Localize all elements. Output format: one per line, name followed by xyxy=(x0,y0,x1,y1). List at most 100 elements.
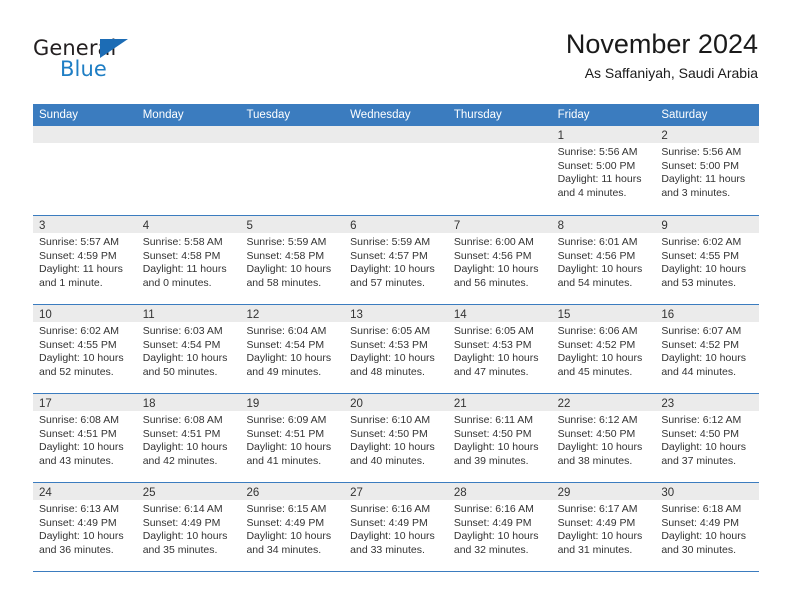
page-subtitle: As Saffaniyah, Saudi Arabia xyxy=(584,65,758,81)
calendar-day-cell[interactable]: 4 Sunrise: 5:58 AM Sunset: 4:58 PM Daylight… xyxy=(136,216,241,304)
day-number: 16 xyxy=(661,309,675,321)
calendar-day-cell[interactable]: 11 Sunrise: 6:03 AM Sunset: 4:54 PM Dayligh… xyxy=(136,305,241,393)
daylight-duration-line2: and 35 minutes. xyxy=(142,543,218,556)
sunset-time: Sunset: 4:50 PM xyxy=(557,427,636,440)
calendar-day-cell[interactable]: 17 Sunrise: 6:08 AM Sunset: 4:51 PM Dayligh… xyxy=(33,394,137,482)
calendar-day-cell[interactable]: 5 Sunrise: 5:59 AM Sunset: 4:58 PM Daylight… xyxy=(240,216,345,304)
daylight-duration-line1: Daylight: 10 hours xyxy=(246,530,332,543)
sunset-time: Sunset: 4:49 PM xyxy=(350,516,428,529)
day-number-band: 18 xyxy=(136,394,241,411)
calendar-day-cell[interactable]: 2 Sunrise: 5:56 AM Sunset: 5:00 PM Daylight… xyxy=(655,126,760,215)
calendar-day-cell[interactable]: 3 Sunrise: 5:57 AM Sunset: 4:59 PM Daylight… xyxy=(33,216,137,304)
day-sun-info: Sunrise: 6:16 AM Sunset: 4:49 PM Daylight:… xyxy=(344,500,448,557)
day-sun-info: Sunrise: 6:13 AM Sunset: 4:49 PM Daylight:… xyxy=(33,500,137,557)
calendar-day-cell[interactable]: 8 Sunrise: 6:01 AM Sunset: 4:56 PM Daylight… xyxy=(551,216,656,304)
calendar-day-cell[interactable]: 30 Sunrise: 6:18 AM Sunset: 4:49 PM Dayligh… xyxy=(655,483,760,571)
calendar-week-row: 24 Sunrise: 6:13 AM Sunset: 4:49 PM Dayligh… xyxy=(33,482,760,571)
day-number: 30 xyxy=(661,487,675,499)
calendar-day-cell[interactable]: 7 Sunrise: 6:00 AM Sunset: 4:56 PM Daylight… xyxy=(447,216,552,304)
calendar-week-row: 3 Sunrise: 5:57 AM Sunset: 4:59 PM Daylight… xyxy=(33,215,760,304)
sunrise-time: Sunrise: 6:15 AM xyxy=(246,503,327,515)
calendar-day-cell[interactable]: 27 Sunrise: 6:16 AM Sunset: 4:49 PM Dayligh… xyxy=(344,483,448,571)
daylight-duration-line2: and 49 minutes. xyxy=(246,365,322,378)
calendar-day-cell[interactable]: 6 Sunrise: 5:59 AM Sunset: 4:57 PM Daylight… xyxy=(344,216,448,304)
calendar-day-cell[interactable]: 22 Sunrise: 6:12 AM Sunset: 4:50 PM Dayligh… xyxy=(551,394,656,482)
day-number-band: 30 xyxy=(655,483,760,500)
daylight-duration-line1: Daylight: 10 hours xyxy=(557,530,643,543)
daylight-duration-line1: Daylight: 11 hours xyxy=(557,173,642,186)
day-sun-info: Sunrise: 6:02 AM Sunset: 4:55 PM Daylight:… xyxy=(655,233,759,290)
calendar-day-cell[interactable]: 25 Sunrise: 6:14 AM Sunset: 4:49 PM Dayligh… xyxy=(136,483,241,571)
day-number: 24 xyxy=(39,487,52,499)
weekday-header-sunday: Sunday xyxy=(39,109,79,121)
day-number: 9 xyxy=(661,220,668,232)
sunset-time: Sunset: 4:56 PM xyxy=(557,249,636,262)
calendar-day-cell-empty xyxy=(447,126,552,215)
day-number: 4 xyxy=(142,220,150,232)
day-number-band: 12 xyxy=(240,305,345,322)
day-number: 21 xyxy=(453,398,467,410)
day-sun-info: Sunrise: 6:12 AM Sunset: 4:50 PM Daylight:… xyxy=(655,411,759,468)
calendar-day-cell[interactable]: 16 Sunrise: 6:07 AM Sunset: 4:52 PM Dayligh… xyxy=(655,305,760,393)
calendar-day-cell[interactable]: 18 Sunrise: 6:08 AM Sunset: 4:51 PM Dayligh… xyxy=(136,394,241,482)
calendar-day-cell[interactable]: 9 Sunrise: 6:02 AM Sunset: 4:55 PM Daylight… xyxy=(655,216,760,304)
day-sun-info: Sunrise: 6:07 AM Sunset: 4:52 PM Daylight:… xyxy=(655,322,759,379)
day-number-band: 5 xyxy=(240,216,345,233)
day-number: 10 xyxy=(39,309,52,321)
page-title: November 2024 xyxy=(565,29,758,59)
calendar-day-cell[interactable]: 28 Sunrise: 6:16 AM Sunset: 4:49 PM Dayligh… xyxy=(447,483,552,571)
sunset-time: Sunset: 4:49 PM xyxy=(453,516,532,529)
calendar-day-cell[interactable]: 19 Sunrise: 6:09 AM Sunset: 4:51 PM Dayligh… xyxy=(240,394,345,482)
calendar-day-cell[interactable]: 26 Sunrise: 6:15 AM Sunset: 4:49 PM Dayligh… xyxy=(240,483,345,571)
calendar-day-cell[interactable]: 15 Sunrise: 6:06 AM Sunset: 4:52 PM Dayligh… xyxy=(551,305,656,393)
day-sun-info: Sunrise: 6:06 AM Sunset: 4:52 PM Daylight:… xyxy=(552,322,656,379)
day-sun-info: Sunrise: 6:04 AM Sunset: 4:54 PM Daylight:… xyxy=(240,322,344,379)
day-sun-info: Sunrise: 5:59 AM Sunset: 4:57 PM Daylight:… xyxy=(344,233,448,290)
sunset-time: Sunset: 4:51 PM xyxy=(39,427,117,440)
daylight-duration-line1: Daylight: 10 hours xyxy=(661,530,746,543)
day-number: 3 xyxy=(39,220,46,232)
day-number: 5 xyxy=(246,220,253,232)
day-number: 26 xyxy=(246,487,260,499)
daylight-duration-line2: and 36 minutes. xyxy=(39,543,114,556)
sunrise-time: Sunrise: 6:14 AM xyxy=(142,503,223,515)
sunrise-time: Sunrise: 6:17 AM xyxy=(557,503,638,515)
day-sun-info: Sunrise: 6:02 AM Sunset: 4:55 PM Daylight:… xyxy=(33,322,137,379)
sunset-time: Sunset: 4:52 PM xyxy=(557,338,636,351)
sunset-time: Sunset: 4:56 PM xyxy=(453,249,532,262)
calendar-day-cell[interactable]: 14 Sunrise: 6:05 AM Sunset: 4:53 PM Dayligh… xyxy=(447,305,552,393)
daylight-duration-line2: and 48 minutes. xyxy=(350,365,425,378)
sunrise-time: Sunrise: 6:02 AM xyxy=(661,236,742,248)
sunrise-time: Sunrise: 5:56 AM xyxy=(557,146,638,158)
calendar-day-cell-empty xyxy=(344,126,448,215)
day-number-band xyxy=(240,126,345,143)
daylight-duration-line1: Daylight: 10 hours xyxy=(453,352,539,365)
sunset-time: Sunset: 4:49 PM xyxy=(142,516,221,529)
calendar-day-cell[interactable]: 24 Sunrise: 6:13 AM Sunset: 4:49 PM Dayligh… xyxy=(33,483,137,571)
daylight-duration-line2: and 50 minutes. xyxy=(142,365,218,378)
daylight-duration-line2: and 57 minutes. xyxy=(350,276,425,289)
day-number-band: 6 xyxy=(344,216,448,233)
daylight-duration-line2: and 0 minutes. xyxy=(142,276,212,289)
daylight-duration-line2: and 53 minutes. xyxy=(661,276,737,289)
daylight-duration-line1: Daylight: 10 hours xyxy=(246,441,332,454)
daylight-duration-line1: Daylight: 10 hours xyxy=(350,530,435,543)
calendar-day-cell[interactable]: 13 Sunrise: 6:05 AM Sunset: 4:53 PM Dayligh… xyxy=(344,305,448,393)
calendar-day-cell[interactable]: 29 Sunrise: 6:17 AM Sunset: 4:49 PM Dayligh… xyxy=(551,483,656,571)
daylight-duration-line1: Daylight: 10 hours xyxy=(39,530,124,543)
sunrise-time: Sunrise: 6:06 AM xyxy=(557,325,638,337)
calendar-day-cell[interactable]: 23 Sunrise: 6:12 AM Sunset: 4:50 PM Dayligh… xyxy=(655,394,760,482)
calendar-day-cell[interactable]: 1 Sunrise: 5:56 AM Sunset: 5:00 PM Daylight… xyxy=(551,126,656,215)
calendar-day-cell[interactable]: 20 Sunrise: 6:10 AM Sunset: 4:50 PM Dayligh… xyxy=(344,394,448,482)
logo-text-blue: Blue xyxy=(60,57,107,81)
day-sun-info: Sunrise: 6:11 AM Sunset: 4:50 PM Daylight:… xyxy=(448,411,552,468)
daylight-duration-line2: and 3 minutes. xyxy=(661,186,731,199)
day-sun-info: Sunrise: 5:56 AM Sunset: 5:00 PM Daylight:… xyxy=(655,143,759,200)
day-number-band: 24 xyxy=(33,483,137,500)
calendar-day-cell[interactable]: 12 Sunrise: 6:04 AM Sunset: 4:54 PM Dayligh… xyxy=(240,305,345,393)
calendar-day-cell[interactable]: 10 Sunrise: 6:02 AM Sunset: 4:55 PM Dayligh… xyxy=(33,305,137,393)
sunrise-time: Sunrise: 6:03 AM xyxy=(142,325,223,337)
sunset-time: Sunset: 4:59 PM xyxy=(39,249,117,262)
day-number: 22 xyxy=(557,398,571,410)
calendar-day-cell[interactable]: 21 Sunrise: 6:11 AM Sunset: 4:50 PM Dayligh… xyxy=(447,394,552,482)
